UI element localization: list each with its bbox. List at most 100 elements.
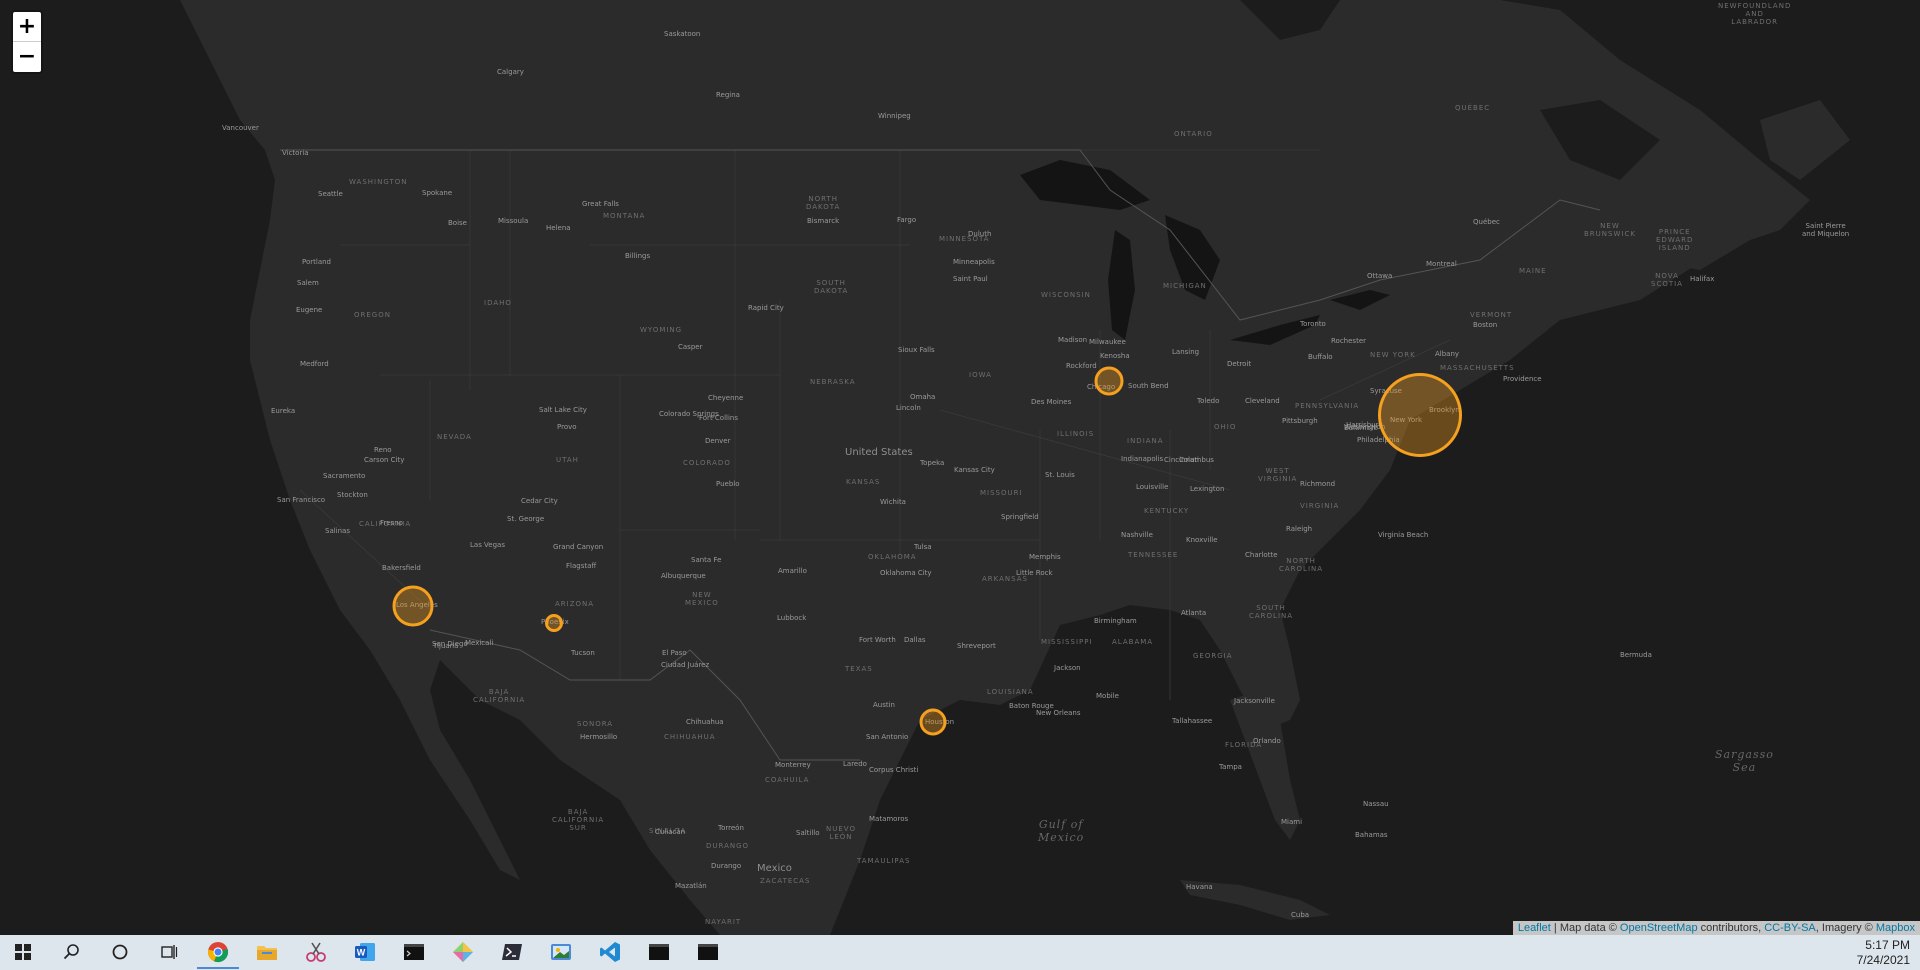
city-label: Corpus Christi	[869, 766, 919, 774]
chrome-icon[interactable]	[197, 939, 239, 969]
snipping-tool-icon[interactable]	[303, 939, 329, 965]
city-label: Rockford	[1066, 362, 1097, 370]
zoom-in-button[interactable]: +	[13, 12, 41, 42]
attribution-text: , Imagery ©	[1815, 922, 1876, 934]
city-label: South Bend	[1128, 382, 1169, 390]
word-icon[interactable]: W	[352, 939, 378, 965]
city-label: Cuba	[1291, 911, 1310, 919]
state-label: NEVADA	[437, 433, 472, 441]
zoom-out-button[interactable]: −	[13, 42, 41, 72]
city-label: Boston	[1473, 321, 1498, 329]
license-link[interactable]: CC-BY-SA	[1764, 922, 1816, 934]
state-label: NUEVO LEÓN	[826, 825, 856, 841]
state-label: KENTUCKY	[1144, 507, 1190, 515]
svg-text:W: W	[357, 948, 366, 958]
zoom-control: + −	[11, 10, 43, 74]
search-icon[interactable]	[59, 939, 85, 965]
vscode-icon[interactable]	[597, 939, 623, 965]
map-canvas[interactable]: United States Mexico Gulf of Mexico Sarg…	[0, 0, 1920, 935]
state-label: ALABAMA	[1112, 638, 1154, 646]
city-label: Eugene	[296, 306, 323, 314]
state-label: MICHIGAN	[1163, 282, 1207, 290]
state-label: INDIANA	[1127, 437, 1164, 445]
taskbar: W 5:17 PM 7/24/2021	[0, 935, 1920, 970]
state-label: NEW BRUNSWICK	[1584, 222, 1636, 238]
openstreetmap-link[interactable]: OpenStreetMap	[1620, 922, 1698, 934]
data-bubble-phoenix[interactable]	[545, 614, 563, 632]
city-label: Missoula	[498, 217, 529, 225]
state-label: PRINCE EDWARD ISLAND	[1656, 228, 1694, 252]
mapbox-link[interactable]: Mapbox	[1876, 922, 1915, 934]
state-label: VERMONT	[1470, 311, 1513, 319]
task-view-icon[interactable]	[156, 939, 182, 965]
city-label: Orlando	[1253, 737, 1281, 745]
state-label: MONTANA	[603, 212, 646, 220]
city-label: Miami	[1281, 818, 1303, 826]
city-label: Cincinnati	[1164, 456, 1199, 464]
city-label: Stockton	[337, 491, 368, 499]
paint-icon[interactable]	[450, 939, 476, 965]
state-label: LOUISIANA	[987, 688, 1034, 696]
state-label: ILLINOIS	[1057, 430, 1095, 438]
state-label: ZACATECAS	[760, 877, 811, 885]
terminal-icon[interactable]	[401, 939, 427, 965]
state-label: SOUTH DAKOTA	[814, 279, 849, 295]
city-label: Jackson	[1054, 664, 1081, 672]
city-label: Tampa	[1219, 763, 1242, 771]
state-label: MASSACHUSETTS	[1440, 364, 1515, 372]
terminal-icon[interactable]	[695, 939, 721, 965]
city-label: Saint Paul	[953, 275, 988, 283]
powershell-icon[interactable]	[499, 939, 525, 965]
city-label: Cedar City	[521, 497, 558, 505]
file-explorer-icon[interactable]	[254, 939, 280, 965]
state-label: NOVA SCOTIA	[1651, 272, 1683, 288]
city-label: Winnipeg	[878, 112, 911, 120]
windows-start-icon[interactable]	[10, 939, 36, 965]
state-label: TEXAS	[845, 665, 873, 673]
pictures-app-icon[interactable]	[548, 939, 574, 965]
city-label: Vancouver	[222, 124, 259, 132]
state-label: NEW MEXICO	[685, 591, 719, 607]
city-label: Fresno	[380, 519, 403, 527]
city-label: Kenosha	[1100, 352, 1130, 360]
city-label: Halifax	[1690, 275, 1715, 283]
city-label: Albuquerque	[661, 572, 706, 580]
city-label: Eureka	[271, 407, 296, 415]
state-label: ONTARIO	[1174, 130, 1213, 138]
system-clock[interactable]: 5:17 PM 7/24/2021	[1857, 938, 1910, 968]
data-bubble-houston[interactable]	[919, 708, 947, 736]
clock-time: 5:17 PM	[1865, 938, 1910, 952]
leaflet-link[interactable]: Leaflet	[1518, 922, 1551, 934]
city-label: Toledo	[1197, 397, 1220, 405]
city-label: Matamoros	[869, 815, 909, 823]
city-label: Grand Canyon	[553, 543, 604, 551]
state-label: NAYARIT	[705, 918, 742, 926]
city-label: Springfield	[1001, 513, 1039, 521]
city-label: Omaha	[910, 393, 936, 401]
city-label: Minneapolis	[953, 258, 995, 266]
city-label: Little Rock	[1016, 569, 1053, 577]
state-label: COLORADO	[683, 459, 731, 467]
city-label: Salinas	[325, 527, 350, 535]
city-label: Boise	[448, 219, 467, 227]
state-label: SONORA	[577, 720, 614, 728]
city-label: Flagstaff	[566, 562, 597, 570]
terminal-icon[interactable]	[646, 939, 672, 965]
city-label: Las Vegas	[470, 541, 505, 549]
data-bubble-chicago[interactable]	[1094, 366, 1124, 396]
state-label: PENNSYLVANIA	[1295, 402, 1360, 410]
cortana-icon[interactable]	[107, 939, 133, 965]
city-label: Calgary	[497, 68, 524, 76]
data-bubble-new-york[interactable]	[1378, 373, 1462, 457]
city-label: Tulsa	[914, 543, 932, 551]
city-label: Dallas	[904, 636, 926, 644]
city-label: Nashville	[1121, 531, 1153, 539]
city-label: Spokane	[422, 189, 453, 197]
data-bubble-los-angeles[interactable]	[392, 585, 434, 627]
city-label: Milwaukee	[1089, 338, 1126, 346]
city-label: Fargo	[897, 216, 917, 224]
city-label: Richmond	[1300, 480, 1336, 488]
city-label: Saltillo	[796, 829, 820, 837]
city-label: Sacramento	[323, 472, 366, 480]
city-label: Lansing	[1172, 348, 1200, 356]
